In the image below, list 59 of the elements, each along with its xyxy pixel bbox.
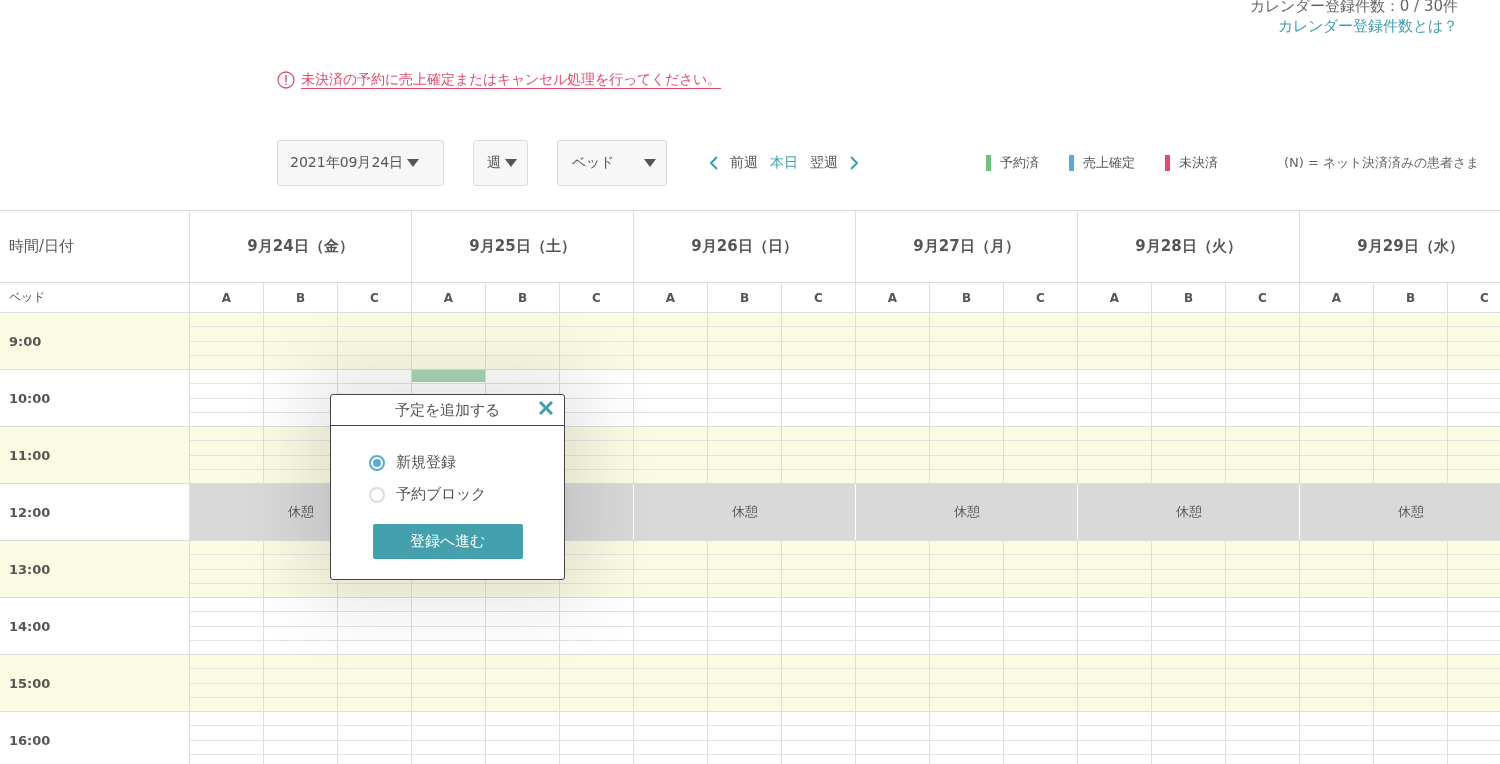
bed-header: B <box>708 283 782 312</box>
caret-icon <box>407 159 420 167</box>
break-label: 休憩 <box>1397 503 1424 521</box>
bed-header: B <box>486 283 560 312</box>
group-dropdown[interactable]: ベッド <box>557 140 667 186</box>
radio-button[interactable] <box>369 454 385 471</box>
warning-icon <box>277 71 295 89</box>
corner-header: 時間/日付 <box>0 211 190 282</box>
bed-header: C <box>1226 283 1300 312</box>
bed-header: A <box>190 283 264 312</box>
time-label: 11:00 <box>0 427 190 483</box>
bed-header: C <box>560 283 634 312</box>
time-label: 16:00 <box>0 712 190 764</box>
legend-label: 売上確定 <box>1083 154 1135 172</box>
break-label: 休憩 <box>731 503 758 521</box>
bed-header: C <box>1448 283 1500 312</box>
option-label: 予約ブロック <box>396 485 486 504</box>
next-week-link[interactable]: 翌週 <box>810 154 838 172</box>
bed-label: ベッド <box>0 283 190 312</box>
bed-header: A <box>634 283 708 312</box>
view-dropdown[interactable]: 週 <box>473 140 528 186</box>
bed-header: B <box>1374 283 1448 312</box>
time-label: 15:00 <box>0 655 190 711</box>
alert-link[interactable]: 未決済の予約に売上確定またはキャンセル処理を行ってください。 <box>301 71 721 89</box>
bed-header: B <box>1152 283 1226 312</box>
bed-header: C <box>1004 283 1078 312</box>
bed-header: A <box>1300 283 1374 312</box>
bed-header: A <box>856 283 930 312</box>
day-header: 9月25日（土） <box>412 211 634 282</box>
day-header: 9月26日（日） <box>634 211 856 282</box>
day-header: 9月29日（水） <box>1300 211 1500 282</box>
bed-header: C <box>782 283 856 312</box>
time-label: 9:00 <box>0 313 190 369</box>
bed-header: B <box>930 283 1004 312</box>
legend-note: (N) = ネット決済済みの患者さま <box>1284 154 1480 172</box>
legend-label: 未決済 <box>1179 154 1218 172</box>
dialog-title: 予定を追加する <box>395 400 500 420</box>
option-label: 新規登録 <box>396 453 456 472</box>
bed-header: A <box>412 283 486 312</box>
date-dropdown[interactable]: 2021年09月24日 <box>277 140 444 186</box>
legend-label: 予約済 <box>1000 154 1039 172</box>
time-label: 10:00 <box>0 370 190 426</box>
time-label: 13:00 <box>0 541 190 597</box>
break-label: 休憩 <box>1175 503 1202 521</box>
break-label: 休憩 <box>953 503 980 521</box>
bed-header: B <box>264 283 338 312</box>
day-header: 9月28日（火） <box>1078 211 1300 282</box>
break-label: 休憩 <box>287 503 314 521</box>
chevron-left-icon[interactable] <box>710 156 718 170</box>
caret-icon <box>505 159 517 167</box>
day-header: 9月27日（月） <box>856 211 1078 282</box>
chevron-right-icon[interactable] <box>850 156 858 170</box>
close-icon[interactable] <box>539 401 553 415</box>
bed-header: A <box>1078 283 1152 312</box>
bed-header: C <box>338 283 412 312</box>
day-header: 9月24日（金） <box>190 211 412 282</box>
prev-week-link[interactable]: 前週 <box>730 154 758 172</box>
caret-icon <box>644 159 656 167</box>
time-label: 14:00 <box>0 598 190 654</box>
